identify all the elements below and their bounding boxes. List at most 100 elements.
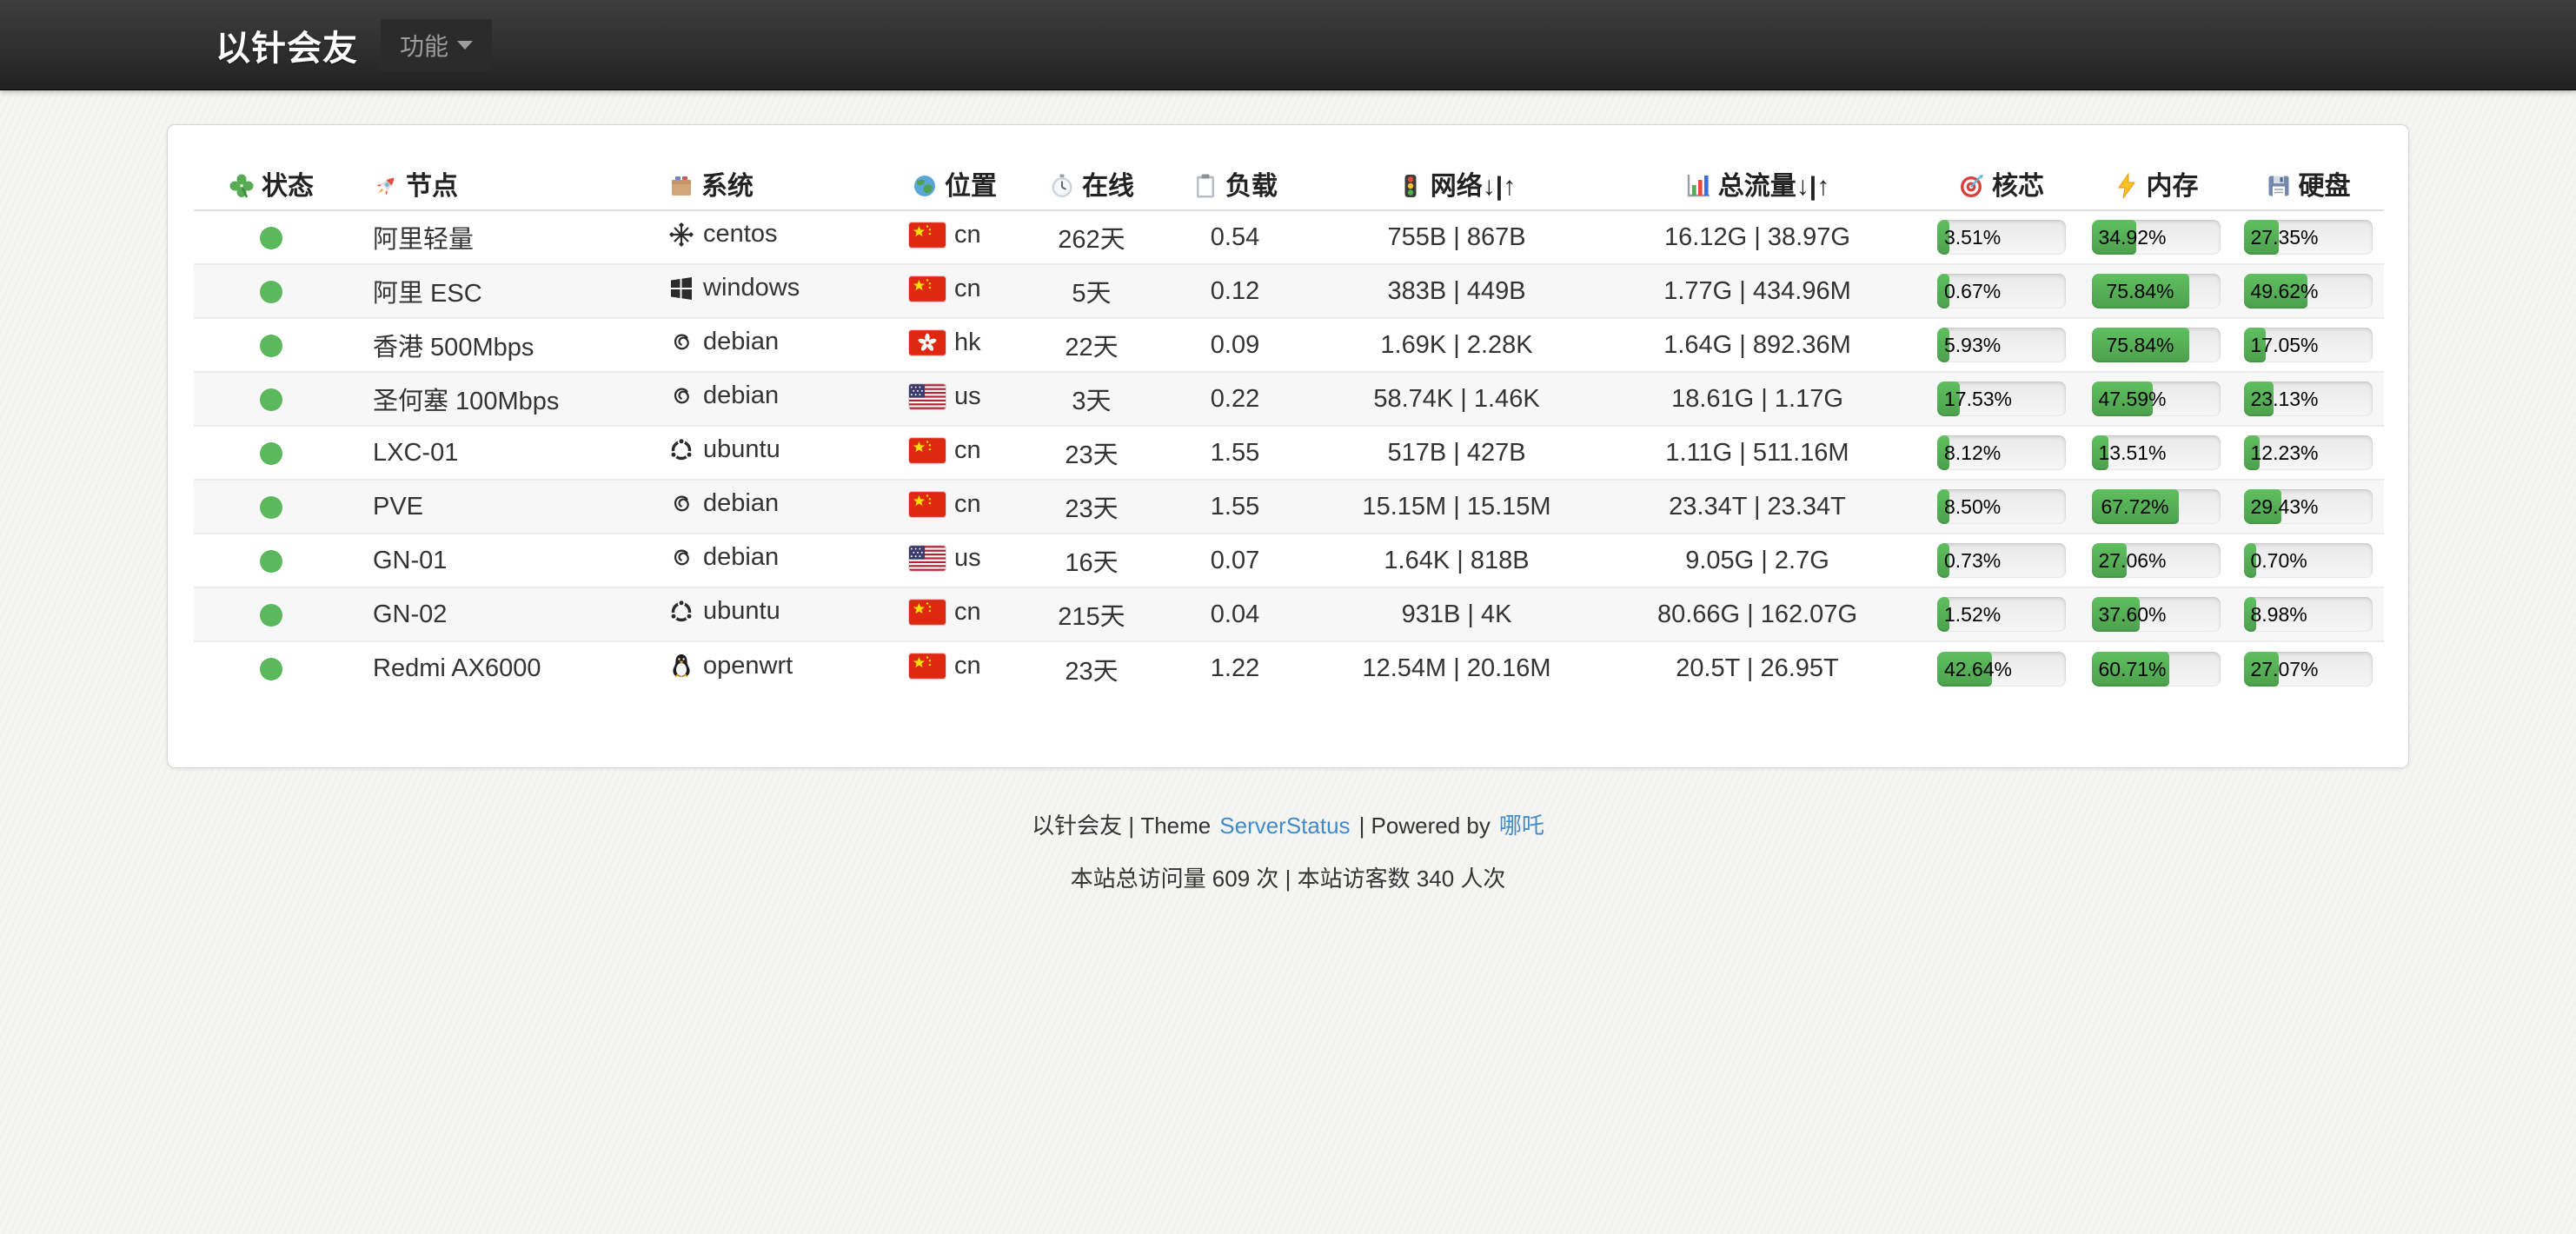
mem-percent-label: 60.71% <box>2099 652 2167 687</box>
disk-progress-bar: 17.05% <box>2244 328 2373 362</box>
flag-cn-icon <box>909 222 946 248</box>
os-debian-icon <box>668 545 694 571</box>
os-name: debian <box>703 381 779 410</box>
location-code: cn <box>954 490 981 519</box>
stopwatch-icon <box>1049 172 1082 201</box>
status-online-dot <box>260 335 282 357</box>
node-name: 圣何塞 100Mbps <box>373 388 559 415</box>
status-online-dot <box>260 388 282 411</box>
disk-percent-label: 29.43% <box>2251 489 2319 524</box>
col-header-load: 负载 <box>1148 156 1322 210</box>
uptime-value: 262天 <box>1058 226 1125 254</box>
os-ubuntu-icon <box>668 437 694 463</box>
traffic-light-icon <box>1398 172 1431 201</box>
status-online-dot <box>260 550 282 573</box>
col-header-label: 内存 <box>2147 172 2199 201</box>
mem-progress-bar: 75.84% <box>2092 274 2221 308</box>
load-value: 0.04 <box>1211 600 1259 628</box>
col-header-location: 位置 <box>887 156 1035 210</box>
total-traffic: 9.05G | 2.7G <box>1685 547 1829 574</box>
theme-link[interactable]: ServerStatus <box>1219 813 1350 839</box>
uptime-value: 23天 <box>1065 658 1118 686</box>
os-debian-icon <box>668 383 694 409</box>
cpu-progress-bar: 0.67% <box>1937 274 2066 308</box>
table-row[interactable]: PVEdebiancn23天1.5515.15M | 15.15M23.34T … <box>194 480 2384 534</box>
chevron-down-icon <box>457 41 473 50</box>
location-code: cn <box>954 221 981 249</box>
flag-cn-icon <box>909 438 946 463</box>
col-header-traffic: 总流量↓|↑ <box>1591 156 1923 210</box>
cpu-percent-label: 5.93% <box>1944 328 2001 362</box>
network-speed: 58.74K | 1.46K <box>1373 385 1539 413</box>
disk-progress-bar: 27.07% <box>2244 652 2373 687</box>
col-header-node: 节点 <box>349 156 644 210</box>
location-code: hk <box>954 328 981 357</box>
total-traffic: 1.11G | 511.16M <box>1665 439 1849 467</box>
functions-dropdown[interactable]: 功能 <box>381 19 492 71</box>
load-value: 0.07 <box>1211 547 1259 574</box>
table-row[interactable]: GN-02ubuntucn215天0.04931B | 4K80.66G | 1… <box>194 587 2384 641</box>
footer-powered-text: | Powered by <box>1359 813 1490 839</box>
location-code: us <box>954 544 981 573</box>
cpu-progress-bar: 42.64% <box>1937 652 2066 687</box>
powered-by-link[interactable]: 哪吒 <box>1499 813 1544 839</box>
disk-progress-bar: 29.43% <box>2244 489 2373 524</box>
mem-progress-bar: 34.92% <box>2092 220 2221 255</box>
footer-site-text: 以针会友 | Theme <box>1032 813 1211 839</box>
col-header-label: 状态 <box>262 172 314 201</box>
status-online-dot <box>260 442 282 465</box>
load-value: 0.54 <box>1211 223 1259 251</box>
mem-progress-bar: 60.71% <box>2092 652 2221 687</box>
table-row[interactable]: GN-01debianus16天0.071.64K | 818B9.05G | … <box>194 534 2384 587</box>
col-header-disk: 硬盘 <box>2232 156 2384 210</box>
total-traffic: 20.5T | 26.95T <box>1676 654 1839 682</box>
load-value: 1.55 <box>1211 493 1259 521</box>
cpu-percent-label: 42.64% <box>1944 652 2012 687</box>
total-traffic: 18.61G | 1.17G <box>1671 385 1843 413</box>
mem-percent-label: 75.84% <box>2107 274 2174 308</box>
table-row[interactable]: Redmi AX6000openwrtcn23天1.2212.54M | 20.… <box>194 641 2384 695</box>
os-name: openwrt <box>703 652 793 680</box>
node-name: 阿里 ESC <box>373 280 482 308</box>
disk-percent-label: 49.62% <box>2251 274 2319 308</box>
location-code: cn <box>954 436 981 465</box>
table-row[interactable]: 香港 500Mbpsdebianhk22天0.091.69K | 2.28K1.… <box>194 318 2384 372</box>
cpu-progress-bar: 0.73% <box>1937 543 2066 578</box>
cpu-percent-label: 8.12% <box>1944 435 2001 470</box>
card-box-icon <box>668 172 701 201</box>
disk-percent-label: 8.98% <box>2251 597 2307 632</box>
target-icon <box>1959 172 1992 201</box>
uptime-value: 5天 <box>1072 280 1111 308</box>
total-traffic: 1.64G | 892.36M <box>1663 331 1851 359</box>
floppy-icon <box>2266 172 2299 201</box>
cpu-progress-bar: 1.52% <box>1937 597 2066 632</box>
mem-progress-bar: 67.72% <box>2092 489 2221 524</box>
uptime-value: 23天 <box>1065 495 1118 523</box>
status-online-dot <box>260 604 282 627</box>
table-row[interactable]: 圣何塞 100Mbpsdebianus3天0.2258.74K | 1.46K1… <box>194 372 2384 426</box>
col-header-label: 硬盘 <box>2299 172 2351 201</box>
col-header-cpu: 核芯 <box>1923 156 2080 210</box>
node-name: Redmi AX6000 <box>373 654 541 682</box>
uptime-value: 23天 <box>1065 441 1118 469</box>
cpu-progress-bar: 3.51% <box>1937 220 2066 255</box>
status-online-dot <box>260 227 282 249</box>
table-header-row: 状态节点系统位置在线负载网络↓|↑总流量↓|↑核芯内存硬盘 <box>194 156 2384 210</box>
disk-percent-label: 17.05% <box>2251 328 2319 362</box>
table-row[interactable]: 阿里轻量centoscn262天0.54755B | 867B16.12G | … <box>194 210 2384 264</box>
mem-progress-bar: 13.51% <box>2092 435 2221 470</box>
col-header-network: 网络↓|↑ <box>1322 156 1591 210</box>
table-row[interactable]: 阿里 ESCwindowscn5天0.12383B | 449B1.77G | … <box>194 264 2384 318</box>
total-traffic: 1.77G | 434.96M <box>1663 277 1851 305</box>
col-header-label: 网络↓|↑ <box>1431 172 1516 201</box>
node-name: 阿里轻量 <box>373 226 474 254</box>
uptime-value: 215天 <box>1058 603 1125 631</box>
mem-percent-label: 27.06% <box>2099 543 2167 578</box>
cpu-percent-label: 17.53% <box>1944 381 2012 416</box>
disk-percent-label: 23.13% <box>2251 381 2319 416</box>
table-row[interactable]: LXC-01ubuntucn23天1.55517B | 427B1.11G | … <box>194 426 2384 480</box>
disk-percent-label: 27.35% <box>2251 220 2319 255</box>
load-value: 0.12 <box>1211 277 1259 305</box>
clover-icon <box>229 172 262 201</box>
cpu-progress-bar: 8.50% <box>1937 489 2066 524</box>
